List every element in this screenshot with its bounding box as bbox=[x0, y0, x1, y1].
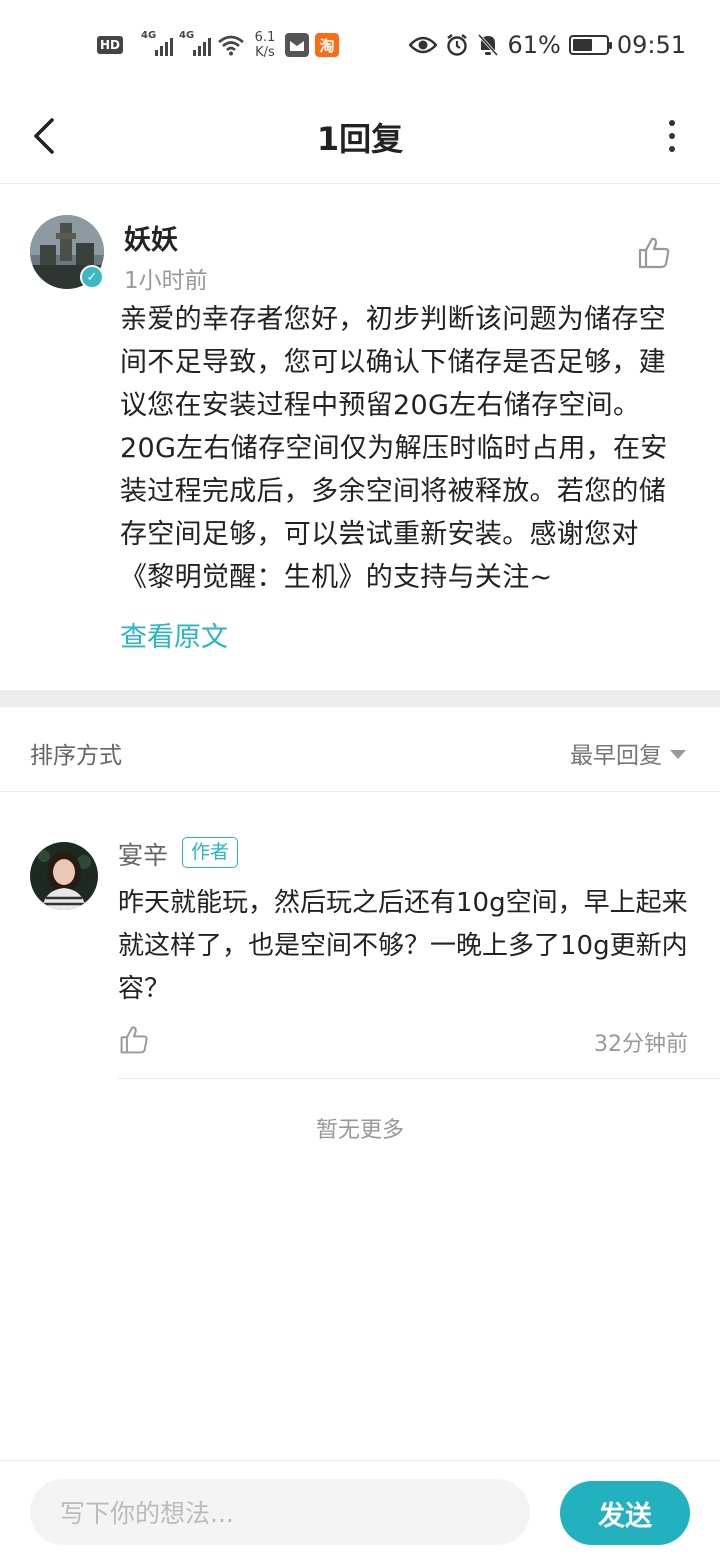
more-dot bbox=[669, 146, 675, 152]
reply-author[interactable]: 宴辛 bbox=[118, 836, 168, 872]
avatar[interactable] bbox=[30, 842, 98, 910]
author-badge: 作者 bbox=[182, 837, 239, 868]
battery-icon bbox=[568, 35, 612, 55]
mail-icon bbox=[290, 41, 304, 51]
network-type-2: 4G bbox=[179, 30, 195, 41]
mute-bell-icon bbox=[478, 33, 499, 57]
more-dot bbox=[669, 120, 675, 126]
notification-app-icon bbox=[285, 33, 309, 57]
net-speed: 6.1 K/s bbox=[254, 30, 276, 60]
more-options-button[interactable] bbox=[662, 116, 682, 156]
reply-item: 宴辛 作者 昨天就能玩，然后玩之后还有10g空间，早上起来就这样了，也是空间不够… bbox=[0, 792, 720, 1079]
sort-dropdown[interactable]: 最早回复 bbox=[570, 736, 686, 770]
reply-composer: 写下你的想法... 发送 bbox=[0, 1460, 720, 1560]
send-button[interactable]: 发送 bbox=[560, 1481, 690, 1545]
end-of-list-text: 暂无更多 bbox=[315, 1118, 404, 1143]
reply-body: 昨天就能玩，然后玩之后还有10g空间，早上起来就这样了，也是空间不够？一晚上多了… bbox=[118, 888, 688, 1004]
battery-percent: 61% bbox=[507, 31, 561, 59]
more-dot bbox=[669, 133, 675, 139]
sort-bar: 排序方式 最早回复 bbox=[0, 707, 720, 792]
eye-icon bbox=[409, 36, 438, 54]
status-bar: HD 4G 4G 6.1 K/s 淘 61% 09:51 bbox=[0, 0, 720, 88]
view-original-link[interactable]: 查看原文 bbox=[120, 615, 228, 654]
reply-input[interactable]: 写下你的想法... bbox=[30, 1479, 530, 1545]
comment-author[interactable]: 妖妖 bbox=[124, 218, 178, 257]
sort-value: 最早回复 bbox=[570, 743, 662, 769]
comment-body: 亲爱的幸存者您好，初步判断该问题为储存空间不足导致，您可以确认下储存是否足够，建… bbox=[120, 304, 668, 593]
dropdown-arrow-icon bbox=[670, 749, 686, 759]
section-divider bbox=[0, 690, 720, 707]
thumbs-up-icon[interactable] bbox=[636, 235, 672, 271]
alarm-icon bbox=[447, 34, 468, 56]
battery-level bbox=[572, 39, 593, 51]
verified-badge-icon: ✓ bbox=[80, 265, 104, 289]
wifi-icon bbox=[218, 35, 244, 56]
divider bbox=[118, 1078, 720, 1079]
network-type-1: 4G bbox=[141, 30, 157, 41]
clock: 09:51 bbox=[616, 31, 686, 59]
top-bar: 1回复 bbox=[0, 88, 720, 184]
avatar-image bbox=[30, 842, 98, 910]
taobao-icon: 淘 bbox=[315, 33, 339, 57]
cell-signal-icon: 4G bbox=[141, 30, 173, 56]
thumbs-up-icon[interactable] bbox=[118, 1024, 150, 1056]
original-comment: ✓ 妖妖 1小时前 亲爱的幸存者您好，初步判断该问题为储存空间不足导致，您可以确… bbox=[0, 185, 720, 690]
status-left: HD 4G 4G 6.1 K/s 淘 bbox=[97, 28, 339, 62]
page-title: 1回复 bbox=[316, 120, 404, 158]
comment-time: 1小时前 bbox=[124, 268, 208, 294]
cell-signal-icon: 4G bbox=[179, 30, 211, 56]
sort-label: 排序方式 bbox=[30, 743, 122, 769]
reply-time: 32分钟前 bbox=[594, 1032, 688, 1057]
status-right: 61% 09:51 bbox=[409, 28, 686, 62]
hd-indicator: HD bbox=[97, 33, 135, 57]
